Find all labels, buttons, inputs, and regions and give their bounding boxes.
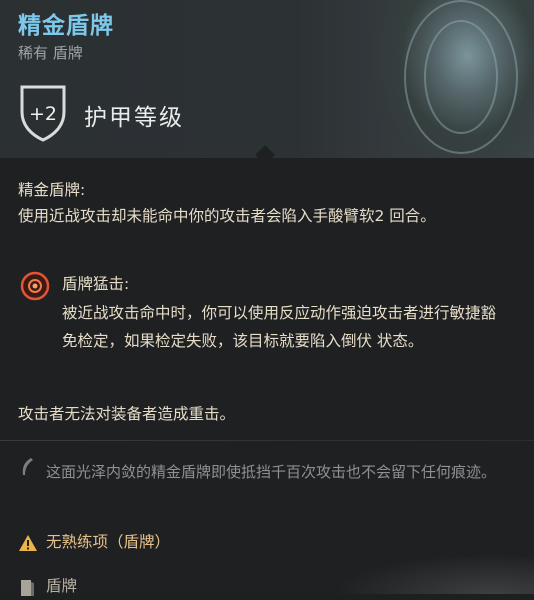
reaction-name: 盾牌猛击: xyxy=(62,275,130,293)
shield-icon: +2 xyxy=(20,85,66,142)
passive-name: 精金盾牌: xyxy=(18,181,86,199)
crit-immunity-text: 攻击者无法对装备者造成重击。 xyxy=(18,405,236,423)
armor-class-label: 护甲等级 xyxy=(84,105,184,131)
warning-icon xyxy=(19,535,37,551)
armor-class-value: +2 xyxy=(29,103,57,125)
quill-icon xyxy=(22,458,33,475)
proficiency-warning: 无熟练项（盾牌） xyxy=(46,533,171,551)
passive-description: 使用近战攻击却未能命中你的攻击者会陷入手酸臂软2 回合。 xyxy=(18,207,436,225)
section-divider xyxy=(0,440,534,441)
item-name: 精金盾牌 xyxy=(18,13,114,39)
bottom-glow xyxy=(334,554,534,594)
item-rarity-type: 稀有 盾牌 xyxy=(18,44,83,62)
reaction-description: 被近战攻击命中时，你可以使用反应动作强迫攻击者进行敏捷豁免检定，如果检定失败，该… xyxy=(62,304,497,350)
reaction-icon xyxy=(20,271,50,301)
item-artwork xyxy=(374,0,534,158)
shield-type-icon xyxy=(21,580,34,596)
item-header: 精金盾牌 稀有 盾牌 +2 护甲等级 xyxy=(0,0,534,158)
item-type: 盾牌 xyxy=(46,577,78,595)
flavor-text: 这面光泽内敛的精金盾牌即使抵挡千百次攻击也不会留下任何痕迹。 xyxy=(46,463,497,481)
